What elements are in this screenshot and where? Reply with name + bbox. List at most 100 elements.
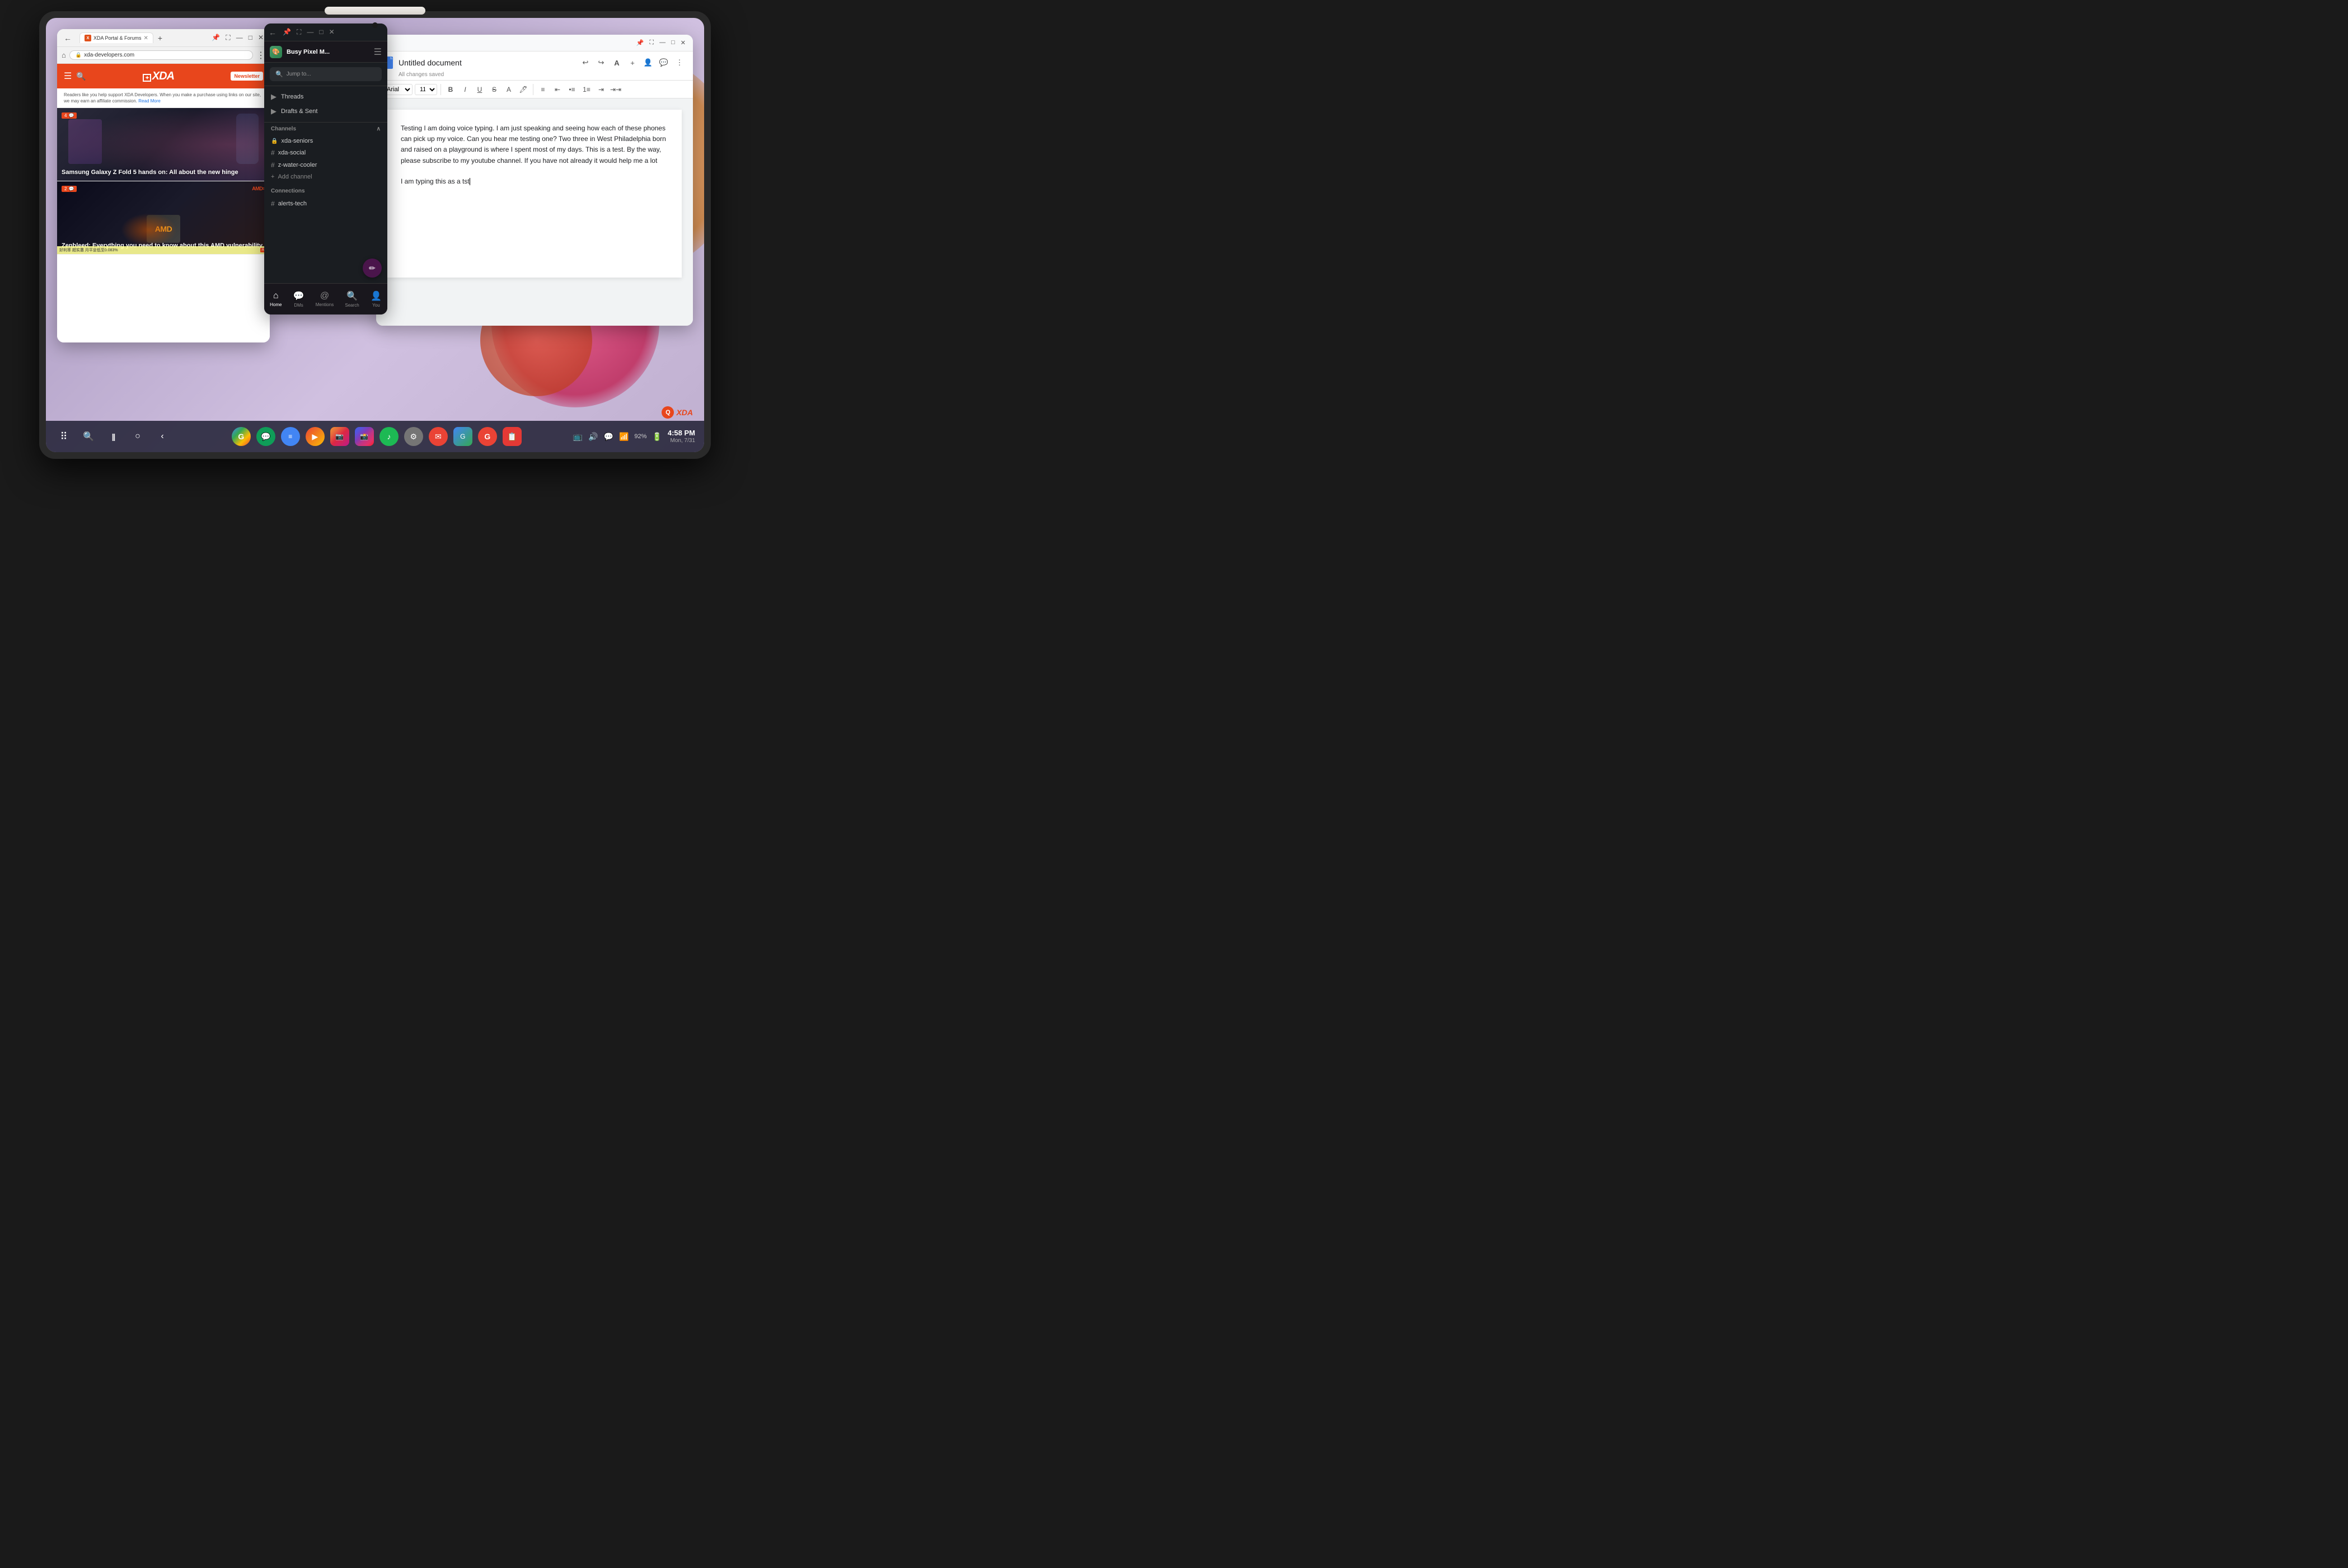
xda-disclaimer-text: Readers like you help support XDA Develo… <box>64 92 261 104</box>
slack-connection-alerts-tech[interactable]: # alerts-tech <box>264 198 387 210</box>
slack-expand-button[interactable]: ⛶ <box>295 27 303 37</box>
docs-add-person-button[interactable]: 👤 <box>641 56 655 69</box>
slack-threads-item[interactable]: ▶ Threads <box>264 90 387 104</box>
docs-align-button[interactable]: ≡ <box>537 83 549 96</box>
docs-add-button[interactable]: + <box>626 56 639 69</box>
browser-url-box[interactable]: 🔒 xda-developers.com <box>69 50 253 60</box>
dock-home-button[interactable]: ○ <box>129 428 147 445</box>
docs-bold-button[interactable]: B <box>444 83 457 96</box>
slack-add-channel-button[interactable]: + Add channel <box>264 171 387 182</box>
slack-close-button[interactable]: ✕ <box>327 27 336 37</box>
xda-search-icon[interactable]: 🔍 <box>76 72 86 81</box>
slack-minimize-button[interactable]: — <box>305 27 315 37</box>
xda-article-1[interactable]: 4 💬 Samsung Galaxy Z Fold 5 hands on: Al… <box>57 108 270 181</box>
docs-indent-increase-button[interactable]: ⇥⇥ <box>610 83 622 96</box>
dock-back-button[interactable]: ‹ <box>153 428 171 445</box>
slack-add-channel-icon: + <box>271 173 274 180</box>
browser-back-button[interactable]: ← <box>62 32 74 44</box>
slack-channels-section[interactable]: Channels ∧ <box>264 123 387 135</box>
docs-format-bar: Arial 11 B I U S A 🖊 ≡ ⇤ •≡ 1≡ <box>376 81 693 98</box>
slack-channel-social-hash: # <box>271 149 275 157</box>
slack-compose-button[interactable]: ✏ <box>363 259 382 278</box>
xda-menu-icon[interactable]: ☰ <box>64 71 72 82</box>
docs-page: Testing I am doing voice typing. I am ju… <box>387 110 682 278</box>
docs-indent-decrease-button[interactable]: ⇤ <box>551 83 564 96</box>
slack-channel-social[interactable]: # xda-social <box>264 147 387 159</box>
slack-mentions-icon: @ <box>320 291 329 301</box>
slack-nav-dms[interactable]: 💬 DMs <box>290 288 308 310</box>
browser-maximize-button[interactable]: □ <box>247 33 254 43</box>
tablet-frame: ← X XDA Portal & Forums ✕ + 📌 ⛶ — <box>39 11 711 459</box>
slack-nav-home[interactable]: ⌂ Home <box>266 289 285 309</box>
docs-close-button[interactable]: ✕ <box>679 39 687 47</box>
xda-disclaimer-link[interactable]: Read More <box>138 98 161 104</box>
slack-compose-icon: ✏ <box>369 264 376 273</box>
docs-titlebar: 📌 ⛶ — □ ✕ <box>376 35 693 51</box>
dock-spotify-icon[interactable]: ♪ <box>379 427 399 446</box>
browser-new-tab-button[interactable]: + <box>156 32 165 44</box>
dock-recent-apps-button[interactable]: ||| <box>104 428 122 445</box>
dock-gsuite-icon[interactable]: G <box>453 427 472 446</box>
xda-newsletter-button[interactable]: Newsletter <box>231 72 263 81</box>
browser-active-tab[interactable]: X XDA Portal & Forums ✕ <box>79 32 153 43</box>
xda-watermark: Q XDA <box>662 406 693 419</box>
dock-settings-icon[interactable]: ⚙ <box>404 427 423 446</box>
docs-text-color-button[interactable]: A <box>503 83 515 96</box>
dock-red-app-icon[interactable]: 📋 <box>503 427 522 446</box>
slack-workspace-menu-button[interactable]: ☰ <box>374 46 382 58</box>
slack-nav-mentions[interactable]: @ Mentions <box>312 289 337 309</box>
dock-play-icon[interactable]: ▶ <box>306 427 325 446</box>
dock-chrome-icon[interactable]: G <box>232 427 251 446</box>
docs-redo-button[interactable]: ↪ <box>594 56 608 69</box>
docs-content[interactable]: Testing I am doing voice typing. I am ju… <box>376 98 693 326</box>
docs-underline-button[interactable]: U <box>474 83 486 96</box>
dock-all-apps-button[interactable]: ⠿ <box>55 428 73 445</box>
slack-nav-you[interactable]: 👤 You <box>367 288 385 310</box>
docs-bullet-list-button[interactable]: •≡ <box>566 83 578 96</box>
dock-gdocs-icon[interactable]: ≡ <box>281 427 300 446</box>
docs-title: Untitled document <box>399 58 462 67</box>
slack-jump-to-button[interactable]: 🔍 Jump to... <box>270 67 382 81</box>
dock-search-button[interactable]: 🔍 <box>79 428 97 445</box>
dock-cast-icon[interactable]: 📺 <box>573 432 583 442</box>
slack-channel-seniors[interactable]: 🔒 xda-seniors <box>264 135 387 147</box>
docs-more-button[interactable]: ⋮ <box>673 56 686 69</box>
slack-back-button[interactable]: ← <box>269 28 276 37</box>
slack-workspace-name: Busy Pixel M... <box>287 49 369 55</box>
dock-chrome2-icon[interactable]: G <box>478 427 497 446</box>
docs-highlight-button[interactable]: 🖊 <box>517 83 529 96</box>
dock-instagram2-icon[interactable]: 📸 <box>355 427 374 446</box>
docs-maximize-button[interactable]: □ <box>669 39 677 47</box>
xda-logo: ✦XDA <box>91 70 227 83</box>
browser-expand-button[interactable]: ⛶ <box>224 33 232 43</box>
slack-drafts-item[interactable]: ▶ Drafts & Sent <box>264 104 387 119</box>
docs-number-list-button[interactable]: 1≡ <box>580 83 593 96</box>
dock-wifi-icon[interactable]: 📶 <box>619 432 629 442</box>
docs-indent-button[interactable]: ⇥ <box>595 83 607 96</box>
docs-expand-button[interactable]: ⛶ <box>648 39 655 47</box>
docs-strikethrough-button[interactable]: S <box>488 83 500 96</box>
slack-nav-search[interactable]: 🔍 Search <box>341 288 362 310</box>
slack-maximize-button[interactable]: □ <box>317 27 325 37</box>
docs-italic-button[interactable]: I <box>459 83 471 96</box>
dock-instagram1-icon[interactable]: 📷 <box>330 427 349 446</box>
xda-article-2[interactable]: AMD≡ AMD 2 💬 Zenbleed: Everything you ne… <box>57 181 270 255</box>
browser-pin-button[interactable]: 📌 <box>210 33 222 43</box>
browser-minimize-button[interactable]: — <box>235 33 245 43</box>
dock-volume-icon[interactable]: 🔊 <box>588 432 598 442</box>
dock-mail-icon[interactable]: ✉ <box>429 427 448 446</box>
docs-comment-button[interactable]: 💬 <box>657 56 671 69</box>
docs-pin-button[interactable]: 📌 <box>635 39 646 47</box>
docs-size-select[interactable]: 11 <box>415 84 437 95</box>
docs-minimize-button[interactable]: — <box>658 39 667 47</box>
docs-undo-button[interactable]: ↩ <box>579 56 592 69</box>
slack-pin-button[interactable]: 📌 <box>281 27 293 37</box>
browser-home-button[interactable]: ⌂ <box>62 51 66 59</box>
browser-tab-close-button[interactable]: ✕ <box>144 35 148 41</box>
dock-chat-icon[interactable]: 💬 <box>604 432 613 442</box>
dock-hangouts-icon[interactable]: 💬 <box>256 427 275 446</box>
docs-format-divider-1 <box>440 84 441 95</box>
slack-channel-seniors-name: xda-seniors <box>281 138 313 144</box>
slack-channel-water-cooler[interactable]: # z-water-cooler <box>264 159 387 171</box>
docs-text-size-button[interactable]: A <box>610 56 624 69</box>
